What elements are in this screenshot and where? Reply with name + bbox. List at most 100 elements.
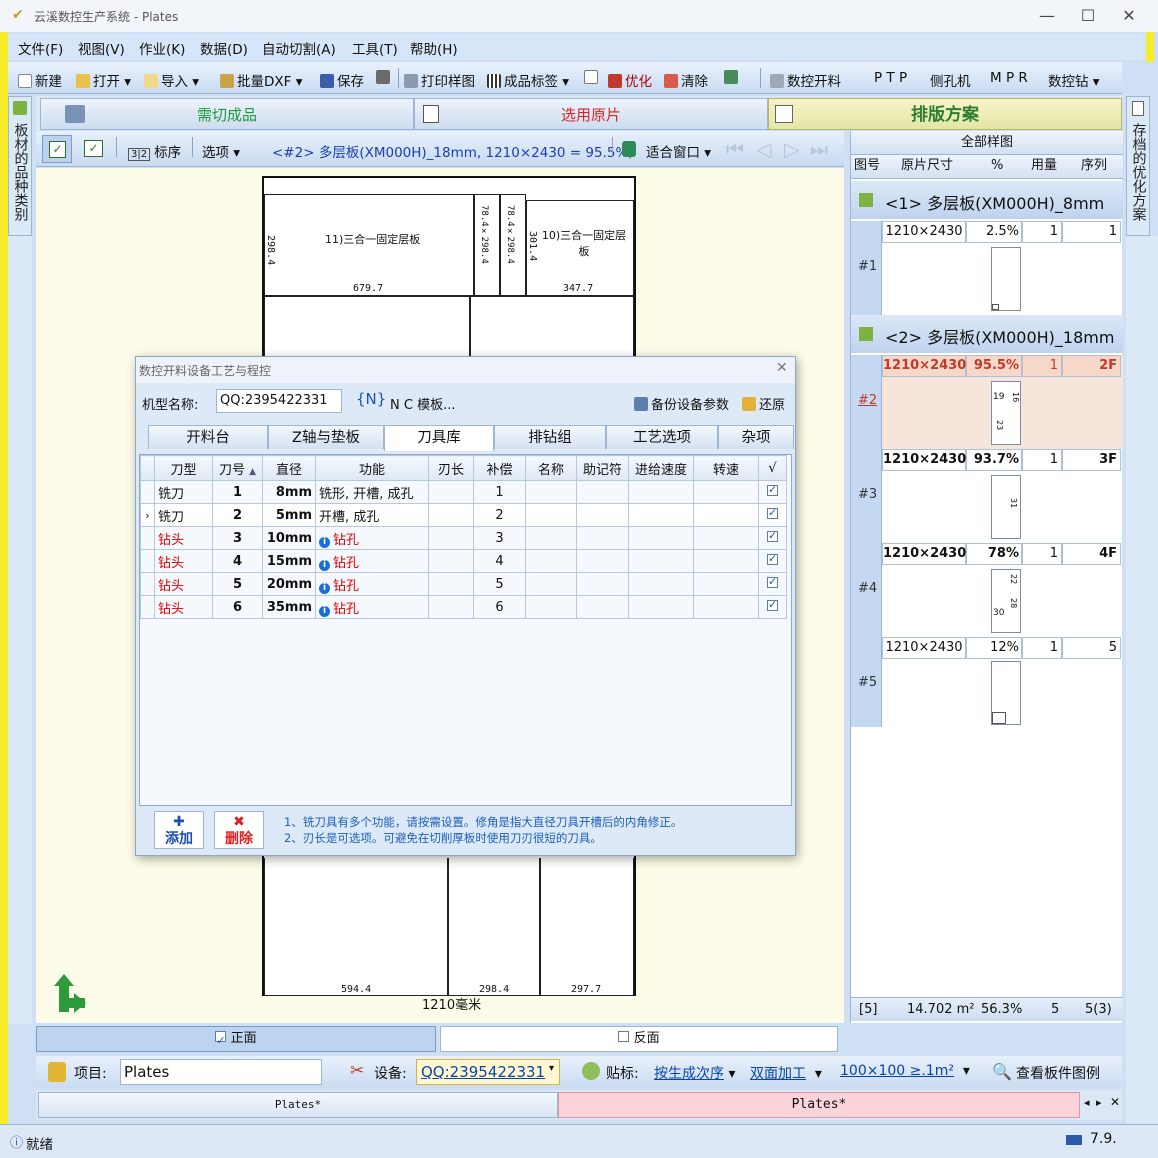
col-header[interactable]: 转速	[693, 455, 759, 481]
maximize-button[interactable]: ☐	[1073, 6, 1103, 25]
feed-rate[interactable]	[628, 480, 694, 504]
tab-cutting-table[interactable]: 开料台	[148, 425, 268, 449]
restore-button[interactable]: 还原	[742, 394, 785, 413]
view-legend-button[interactable]: 查看板件图例	[1016, 1063, 1100, 1083]
table-row[interactable]: 钻头 4 15mm i 钻孔 4	[140, 549, 787, 573]
tool-diameter[interactable]: 15mm	[262, 549, 316, 573]
back-checkbox[interactable]	[618, 1031, 630, 1042]
mark-order-button[interactable]: 3|2 标序	[128, 141, 181, 161]
print-button[interactable]: 打印样图	[404, 70, 475, 90]
optimize-button[interactable]: 优化	[608, 70, 652, 90]
tool-function[interactable]: 铣形, 开槽, 成孔	[315, 480, 429, 504]
save-all-button[interactable]	[376, 70, 393, 86]
compensation[interactable]: 1	[473, 480, 526, 504]
saved-plans-sidebar[interactable]: 存档的优化方案	[1126, 96, 1150, 236]
menu-data[interactable]: 数据(D)	[200, 38, 248, 58]
open-button[interactable]: 打开 ▾	[76, 70, 131, 90]
blade-length[interactable]	[428, 595, 474, 619]
enabled-checkbox[interactable]	[767, 575, 778, 588]
tool-name[interactable]	[525, 480, 577, 504]
mpr-button[interactable]: M P R	[990, 70, 1028, 86]
sort-order-dropdown[interactable]: 按生成次序 ▾	[654, 1063, 735, 1083]
row-size[interactable]: 1210×2430	[882, 355, 966, 377]
col-header[interactable]: 进给速度	[628, 455, 694, 481]
tab-drill-group[interactable]: 排钻组	[494, 425, 606, 449]
plate-thumbnail[interactable]: 22 28 30	[991, 569, 1021, 633]
tool-function[interactable]: i 钻孔	[315, 526, 429, 550]
check-list-button[interactable]: ✓	[84, 140, 103, 157]
tool-number[interactable]: 2	[212, 503, 263, 527]
spindle-speed[interactable]	[693, 572, 759, 596]
mnemonic[interactable]	[576, 595, 629, 619]
select-all-button[interactable]: ✓	[42, 135, 72, 163]
tool-name[interactable]	[525, 549, 577, 573]
tab-select-stock[interactable]: 选用原片	[414, 98, 768, 130]
dialog-close-icon[interactable]: ✕	[776, 360, 788, 376]
menu-file[interactable]: 文件(F)	[18, 38, 63, 58]
menu-job[interactable]: 作业(K)	[139, 38, 185, 58]
nc-template-button[interactable]: N C 模板...	[390, 394, 455, 413]
tool-name[interactable]	[525, 526, 577, 550]
group-header-8mm[interactable]: <1> 多层板(XM000H)_8mm	[851, 181, 1123, 219]
refresh-icon[interactable]	[622, 141, 636, 157]
plate-thumbnail[interactable]: 19 16 23	[991, 381, 1021, 445]
move-arrows-icon[interactable]	[44, 974, 86, 1016]
device-select[interactable]: QQ:2395422331 ▾	[416, 1059, 560, 1085]
enabled-checkbox[interactable]	[767, 552, 778, 565]
col-header[interactable]: √	[758, 455, 787, 481]
col-header[interactable]: 补偿	[473, 455, 526, 481]
mnemonic[interactable]	[576, 526, 629, 550]
col-header[interactable]: 刃长	[428, 455, 474, 481]
nc-cut-button[interactable]: 数控开料	[770, 70, 841, 90]
new-button[interactable]: 新建	[18, 70, 62, 90]
close-button[interactable]: ✕	[1114, 6, 1144, 25]
col-header[interactable]: 功能	[315, 455, 429, 481]
enabled-checkbox[interactable]	[767, 598, 778, 611]
tool-name[interactable]	[525, 503, 577, 527]
tab-scroll-left-icon[interactable]: ◂	[1084, 1096, 1090, 1109]
tool-function[interactable]: i 钻孔	[315, 572, 429, 596]
tool-function[interactable]: i 钻孔	[315, 595, 429, 619]
compensation[interactable]: 6	[473, 595, 526, 619]
row-id-sidebar[interactable]: #3	[851, 449, 882, 543]
fit-window-dropdown[interactable]: 适合窗口 ▾	[646, 141, 711, 161]
size-filter-dropdown[interactable]: 100×100 ≥.1m² ▾	[840, 1063, 970, 1079]
clear-button[interactable]: 清除	[664, 70, 708, 90]
part-bottom-3[interactable]: 297.7	[540, 858, 634, 996]
tab-process-options[interactable]: 工艺选项	[606, 425, 718, 449]
tab-close-icon[interactable]: ✕	[1110, 1095, 1120, 1109]
feed-rate[interactable]	[628, 526, 694, 550]
tab-layout-plan[interactable]: 排版方案	[768, 98, 1122, 130]
part-10[interactable]: 10)三合一固定层板 347.7 301.4	[526, 200, 634, 296]
compensation[interactable]: 4	[473, 549, 526, 573]
part-11[interactable]: 11)三合一固定层板 679.7 298.4	[264, 194, 474, 296]
menu-auto-cut[interactable]: 自动切割(A)	[262, 38, 336, 58]
tab-z-axis[interactable]: Z轴与垫板	[268, 425, 384, 449]
tab-tool-library[interactable]: 刀具库	[384, 425, 494, 451]
menu-view[interactable]: 视图(V)	[78, 38, 125, 58]
mnemonic[interactable]	[576, 572, 629, 596]
tools-button[interactable]	[724, 70, 741, 86]
prev-page-icon[interactable]: ◁	[756, 137, 771, 161]
table-row[interactable]: 钻头 5 20mm i 钻孔 5	[140, 572, 787, 596]
spindle-speed[interactable]	[693, 595, 759, 619]
blade-length[interactable]	[428, 526, 474, 550]
compensation[interactable]: 3	[473, 526, 526, 550]
tool-type[interactable]: 钻头	[154, 595, 213, 619]
options-dropdown[interactable]: 选项 ▾	[202, 141, 240, 161]
first-page-icon[interactable]: ⏮	[726, 137, 744, 161]
blade-length[interactable]	[428, 503, 474, 527]
spindle-speed[interactable]	[693, 480, 759, 504]
compensation[interactable]: 5	[473, 572, 526, 596]
tool-diameter[interactable]: 10mm	[262, 526, 316, 550]
blade-length[interactable]	[428, 549, 474, 573]
plate-thumbnail[interactable]: 31	[991, 475, 1021, 539]
batch-dxf-button[interactable]: 批量DXF ▾	[220, 70, 303, 90]
project-input[interactable]: Plates	[120, 1059, 322, 1085]
front-checkbox[interactable]	[215, 1029, 227, 1053]
tool-number[interactable]: 4	[212, 549, 263, 573]
machine-name-input[interactable]: QQ:2395422331	[216, 389, 342, 413]
save-button[interactable]: 保存	[320, 70, 364, 90]
minimize-button[interactable]: —	[1032, 6, 1062, 25]
table-row[interactable]: 钻头 6 35mm i 钻孔 6	[140, 595, 787, 619]
